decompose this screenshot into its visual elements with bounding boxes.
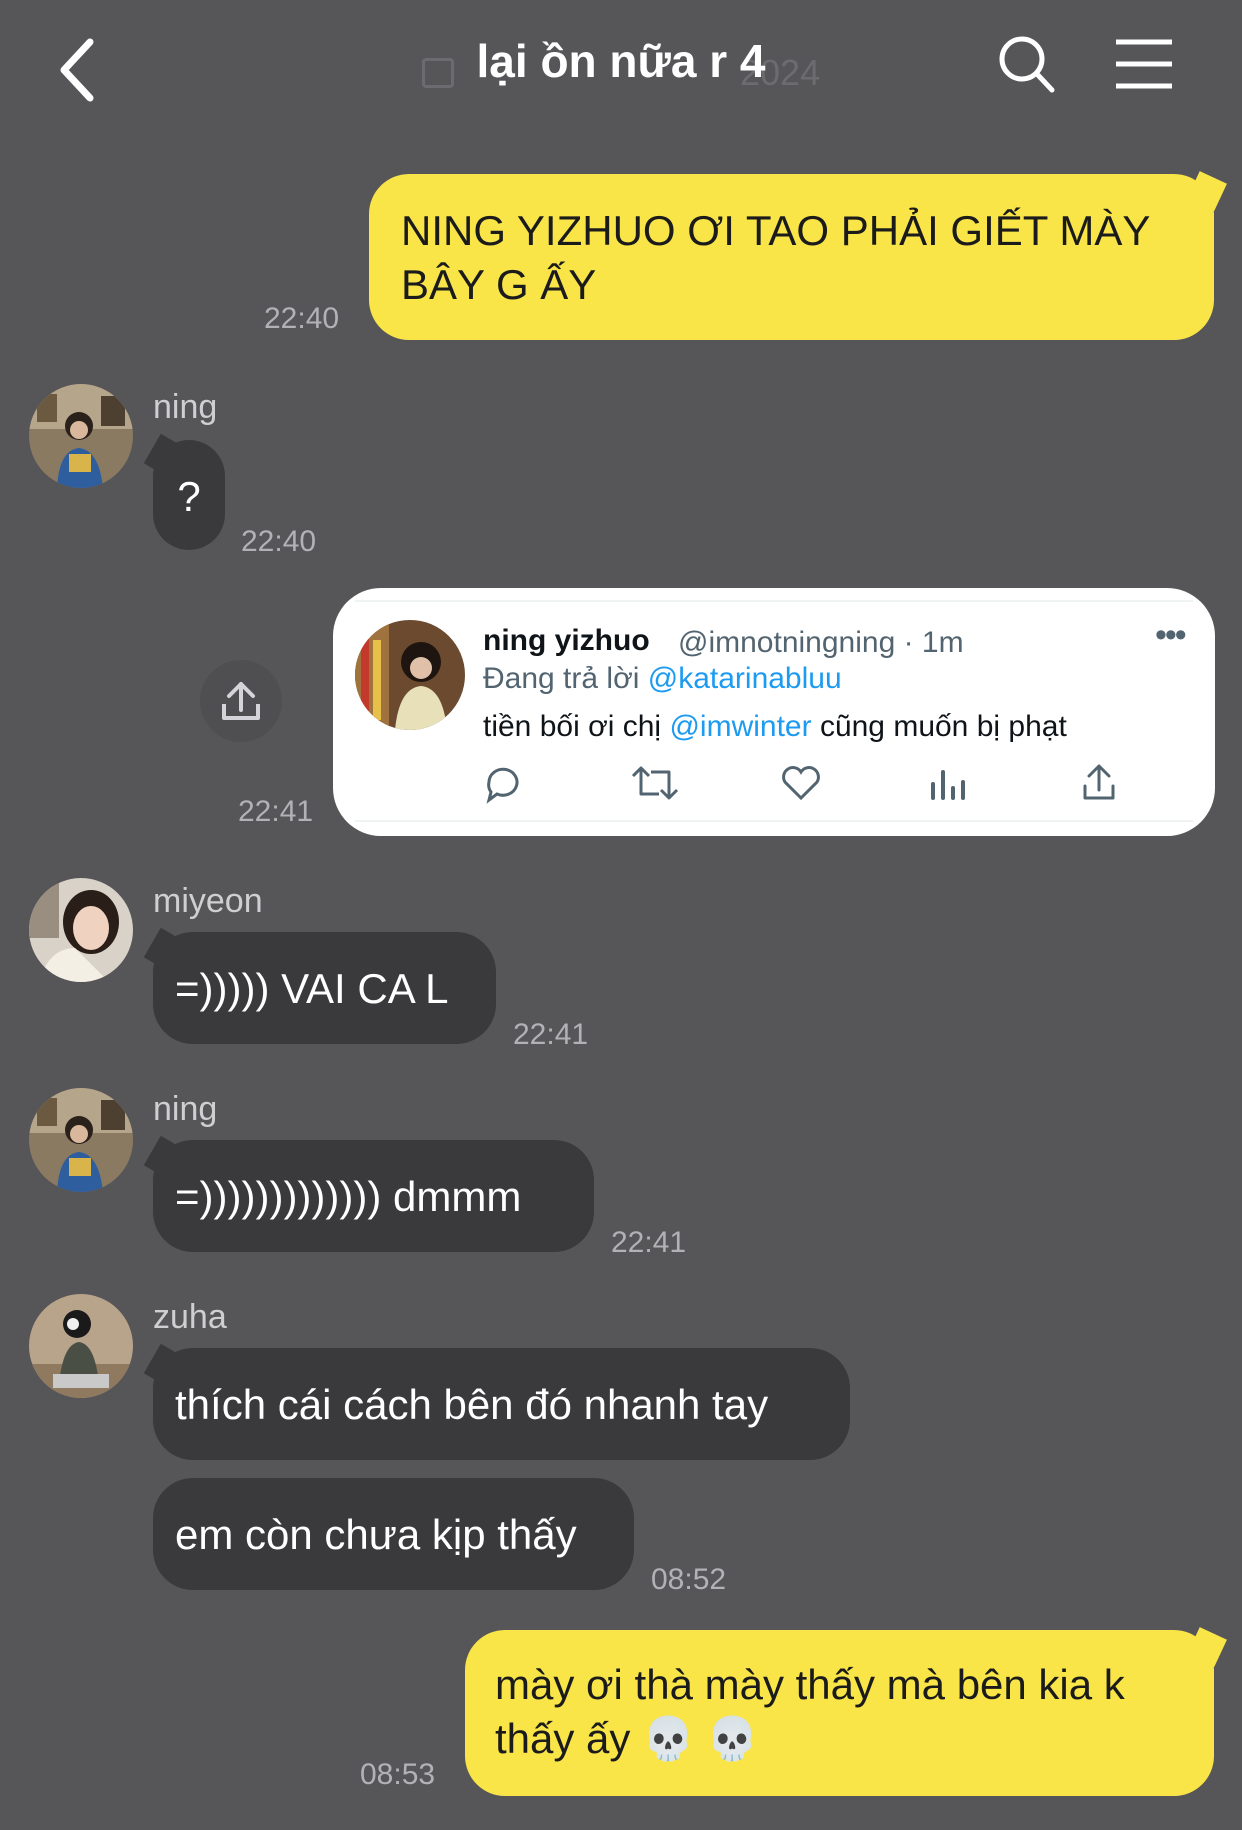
divider [355, 820, 1193, 822]
tweet-text: tiền bối ơi chị @imwinter cũng muốn bị p… [483, 710, 1067, 744]
message-bubble[interactable]: =))))) VAI CA L [153, 932, 496, 1044]
reply-mention-link[interactable]: @katarinabluu [648, 662, 842, 695]
menu-icon[interactable] [1112, 36, 1176, 92]
search-icon[interactable] [992, 30, 1062, 100]
retweet-icon[interactable] [631, 766, 679, 800]
avatar-ning[interactable] [29, 1088, 133, 1192]
message-time: 22:41 [513, 1018, 589, 1051]
share-button[interactable] [200, 660, 282, 742]
reply-prefix: Đang trả lời [483, 662, 640, 695]
share-icon [222, 682, 260, 720]
sender-name: ning [153, 388, 218, 426]
reply-icon[interactable] [486, 767, 519, 804]
my-message-bubble[interactable]: NING YIZHUO ƠI TAO PHẢI GIẾT MÀY BÂY G Ấ… [369, 174, 1214, 340]
views-icon[interactable] [931, 770, 965, 800]
message-time: 08:53 [360, 1758, 436, 1791]
tweet-handle: @imnotningning · 1m [678, 626, 964, 659]
sender-name: miyeon [153, 882, 263, 920]
divider [355, 600, 1193, 602]
tweet-text-end: cũng muốn bị phạt [819, 710, 1067, 743]
tweet-avatar[interactable] [355, 620, 465, 730]
tweet-mention-link[interactable]: @imwinter [669, 710, 811, 743]
tweet-reply-line: Đang trả lời @katarinabluu [483, 662, 842, 696]
message-bubble[interactable]: ? [153, 440, 225, 550]
message-time: 22:40 [264, 302, 340, 335]
tweet-card[interactable]: ning yizhuo @imnotningning · 1m ••• Đang… [333, 588, 1215, 836]
sender-name: ning [153, 1090, 218, 1128]
chat-header: 2024 lại ồn nữa r 4 [0, 0, 1242, 140]
tweet-text-start: tiền bối ơi chị [483, 710, 662, 743]
message-time: 22:41 [611, 1226, 687, 1259]
message-time: 22:41 [238, 795, 314, 828]
avatar-zuha[interactable] [29, 1294, 133, 1398]
share-icon[interactable] [1083, 764, 1115, 800]
sender-name: zuha [153, 1298, 227, 1336]
my-message-bubble[interactable]: mày ơi thà mày thấy mà bên kia k thấy ấy… [465, 1630, 1214, 1796]
tweet-action-bar [486, 764, 1115, 804]
message-time: 22:40 [241, 525, 317, 558]
like-icon[interactable] [782, 766, 820, 801]
more-options-icon[interactable]: ••• [1155, 616, 1187, 655]
tweet-author-name: ning yizhuo [483, 624, 650, 657]
avatar-miyeon[interactable] [29, 878, 133, 982]
message-time: 08:52 [651, 1563, 727, 1596]
avatar-ning[interactable] [29, 384, 133, 488]
message-bubble[interactable]: em còn chưa kịp thấy [153, 1478, 634, 1590]
message-bubble[interactable]: thích cái cách bên đó nhanh tay [153, 1348, 850, 1460]
message-bubble[interactable]: =))))))))))))) dmmm [153, 1140, 594, 1252]
